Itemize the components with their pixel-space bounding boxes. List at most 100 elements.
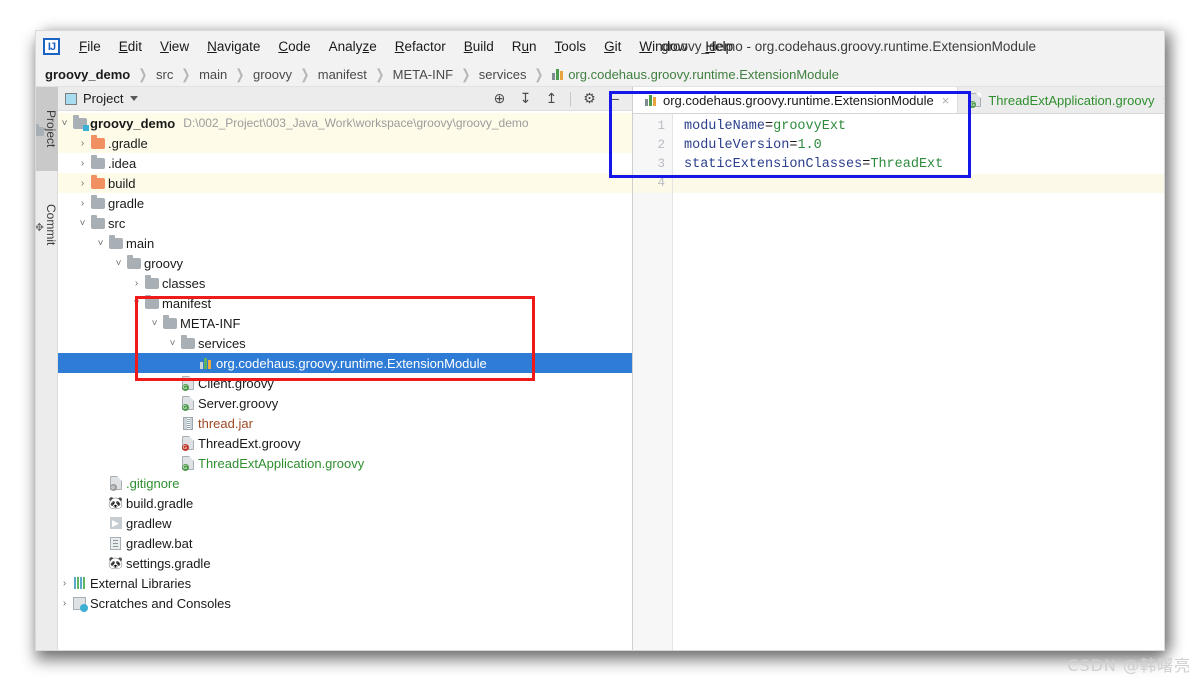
- tree-row-idea[interactable]: › .idea: [58, 153, 632, 173]
- tree-row-gradle-hidden[interactable]: › .gradle: [58, 133, 632, 153]
- tool-window-tab-project[interactable]: Project: [36, 87, 58, 171]
- breadcrumb-item-main[interactable]: main: [199, 67, 227, 82]
- tree-row-gitignore[interactable]: › ⊘ .gitignore: [58, 473, 632, 493]
- chevron-down-icon[interactable]: ˅: [112, 258, 125, 269]
- breadcrumb-item-root[interactable]: groovy_demo: [45, 67, 130, 82]
- editor-tab-threadextapplication[interactable]: G ThreadExtApplication.groovy ×: [958, 87, 1164, 113]
- tree-row-scratches-and-consoles[interactable]: › Scratches and Consoles: [58, 593, 632, 613]
- menu-item-tools[interactable]: Tools: [546, 37, 596, 56]
- editor-tab-extension-module[interactable]: org.codehaus.groovy.runtime.ExtensionMod…: [633, 87, 959, 113]
- select-opened-file-icon[interactable]: ⊕: [492, 90, 507, 106]
- chevron-down-icon[interactable]: [130, 96, 139, 101]
- menu-item-run[interactable]: Run: [503, 37, 546, 56]
- expand-all-icon[interactable]: ↧: [518, 90, 533, 106]
- code-line-4: [673, 174, 1164, 193]
- tree-label: manifest: [162, 295, 212, 311]
- menu-item-edit[interactable]: Edit: [110, 37, 151, 56]
- chevron-down-icon[interactable]: ˅: [58, 118, 71, 129]
- tool-window-tab-commit[interactable]: Commit ✥: [36, 179, 58, 271]
- folder-gray-icon: [179, 334, 196, 349]
- breadcrumb-item-meta-inf[interactable]: META-INF: [393, 67, 453, 82]
- chevron-right-icon[interactable]: ›: [76, 138, 89, 149]
- tree-row-src[interactable]: ˅ src: [58, 213, 632, 233]
- chevron-right-icon[interactable]: ›: [76, 178, 89, 189]
- code-line-2: moduleVersion=1.0: [673, 136, 1164, 155]
- menu-item-analyze[interactable]: Analyze: [320, 37, 386, 56]
- folder-gray-icon: [143, 294, 160, 309]
- tree-row-server-groovy[interactable]: › G Server.groovy: [58, 393, 632, 413]
- menu-item-refactor[interactable]: Refactor: [386, 37, 455, 56]
- tree-row-groovy[interactable]: ˅ groovy: [58, 253, 632, 273]
- window-title: groovy_demo - org.codehaus.groovy.runtim…: [661, 39, 1036, 54]
- settings-gear-icon[interactable]: ⚙: [582, 90, 597, 106]
- chevron-right-icon[interactable]: ›: [58, 578, 71, 589]
- menu-item-git[interactable]: Git: [595, 37, 630, 56]
- properties-file-icon: [552, 68, 564, 80]
- tree-row-threadextapplication-groovy[interactable]: › G ThreadExtApplication.groovy: [58, 453, 632, 473]
- menu-item-navigate[interactable]: Navigate: [198, 37, 269, 56]
- breadcrumb-item-file[interactable]: org.codehaus.groovy.runtime.ExtensionMod…: [552, 67, 839, 82]
- breadcrumb-item-services[interactable]: services: [479, 67, 527, 82]
- collapse-all-icon[interactable]: ↥: [544, 90, 559, 106]
- tree-label: gradlew: [126, 515, 172, 531]
- breadcrumb-separator: ❯: [461, 65, 471, 82]
- chevron-right-icon[interactable]: ›: [58, 598, 71, 609]
- tree-row-services[interactable]: ˅ services: [58, 333, 632, 353]
- close-icon[interactable]: ×: [1163, 93, 1164, 108]
- menu-item-file[interactable]: File: [70, 37, 110, 56]
- code-lines[interactable]: moduleName=groovyExt moduleVersion=1.0 s…: [673, 114, 1164, 650]
- tree-label: ThreadExtApplication.groovy: [198, 455, 365, 471]
- tree-label: services: [198, 335, 246, 351]
- project-icon: [36, 124, 44, 136]
- chevron-down-icon[interactable]: ˅: [94, 238, 107, 249]
- chevron-down-icon[interactable]: ˅: [130, 298, 143, 309]
- tree-label: main: [126, 235, 155, 251]
- project-tree[interactable]: ˅ groovy_demo D:\002_Project\003_Java_Wo…: [58, 111, 632, 650]
- chevron-right-icon[interactable]: ›: [76, 198, 89, 209]
- tree-row-build-gradle[interactable]: › 🐼 build.gradle: [58, 493, 632, 513]
- breadcrumb-item-manifest[interactable]: manifest: [318, 67, 367, 82]
- tree-row-build[interactable]: › build: [58, 173, 632, 193]
- tree-row-gradlew[interactable]: › ▶ gradlew: [58, 513, 632, 533]
- chevron-right-icon[interactable]: ›: [76, 158, 89, 169]
- chevron-right-icon[interactable]: ›: [130, 278, 143, 289]
- tree-label: External Libraries: [90, 575, 192, 591]
- tree-row-settings-gradle[interactable]: › 🐼 settings.gradle: [58, 553, 632, 573]
- tree-indent-spacer: ›: [166, 438, 179, 449]
- libraries-icon: [71, 577, 88, 589]
- tree-row-main[interactable]: ˅ main: [58, 233, 632, 253]
- tree-row-gradle[interactable]: › gradle: [58, 193, 632, 213]
- tree-row-classes[interactable]: › classes: [58, 273, 632, 293]
- groovy-badge: G: [181, 384, 189, 391]
- tree-row-gradlew-bat[interactable]: › gradlew.bat: [58, 533, 632, 553]
- folder-orange-icon: [89, 174, 106, 189]
- tree-label: settings.gradle: [126, 555, 211, 571]
- tree-row-threadext-groovy[interactable]: › G ThreadExt.groovy: [58, 433, 632, 453]
- tree-row-manifest[interactable]: ˅ manifest: [58, 293, 632, 313]
- tree-row-external-libraries[interactable]: › External Libraries: [58, 573, 632, 593]
- chevron-down-icon[interactable]: ˅: [148, 318, 161, 329]
- line-number: 1: [657, 119, 665, 133]
- menu-item-view[interactable]: View: [151, 37, 198, 56]
- tree-label: build.gradle: [126, 495, 194, 511]
- breadcrumb-separator: ❯: [138, 65, 148, 82]
- ide-window: IJ File Edit View Navigate Code Analyze …: [35, 30, 1165, 651]
- folder-gray-icon: [107, 234, 124, 249]
- tree-row-meta-inf[interactable]: ˅ META-INF: [58, 313, 632, 333]
- tree-row-extension-module[interactable]: › org.codehaus.groovy.runtime.ExtensionM…: [58, 353, 632, 373]
- tree-row-client-groovy[interactable]: › G Client.groovy: [58, 373, 632, 393]
- menu-item-build[interactable]: Build: [455, 37, 503, 56]
- code-editor[interactable]: 1 2 3 4 moduleName=groovyExt moduleVersi…: [633, 114, 1164, 650]
- gradle-file-icon: 🐼: [108, 496, 123, 510]
- tree-row-groovy-demo[interactable]: ˅ groovy_demo D:\002_Project\003_Java_Wo…: [58, 113, 632, 133]
- chevron-down-icon[interactable]: ˅: [76, 218, 89, 229]
- hide-panel-icon[interactable]: −: [608, 91, 623, 107]
- close-icon[interactable]: ×: [942, 93, 950, 108]
- tree-row-thread-jar[interactable]: › thread.jar: [58, 413, 632, 433]
- tree-indent-spacer: ›: [94, 478, 107, 489]
- breadcrumb-item-src[interactable]: src: [156, 67, 173, 82]
- chevron-down-icon[interactable]: ˅: [166, 338, 179, 349]
- breadcrumb-item-groovy[interactable]: groovy: [253, 67, 292, 82]
- code-line-3: staticExtensionClasses=ThreadExt: [673, 155, 1164, 174]
- menu-item-code[interactable]: Code: [269, 37, 319, 56]
